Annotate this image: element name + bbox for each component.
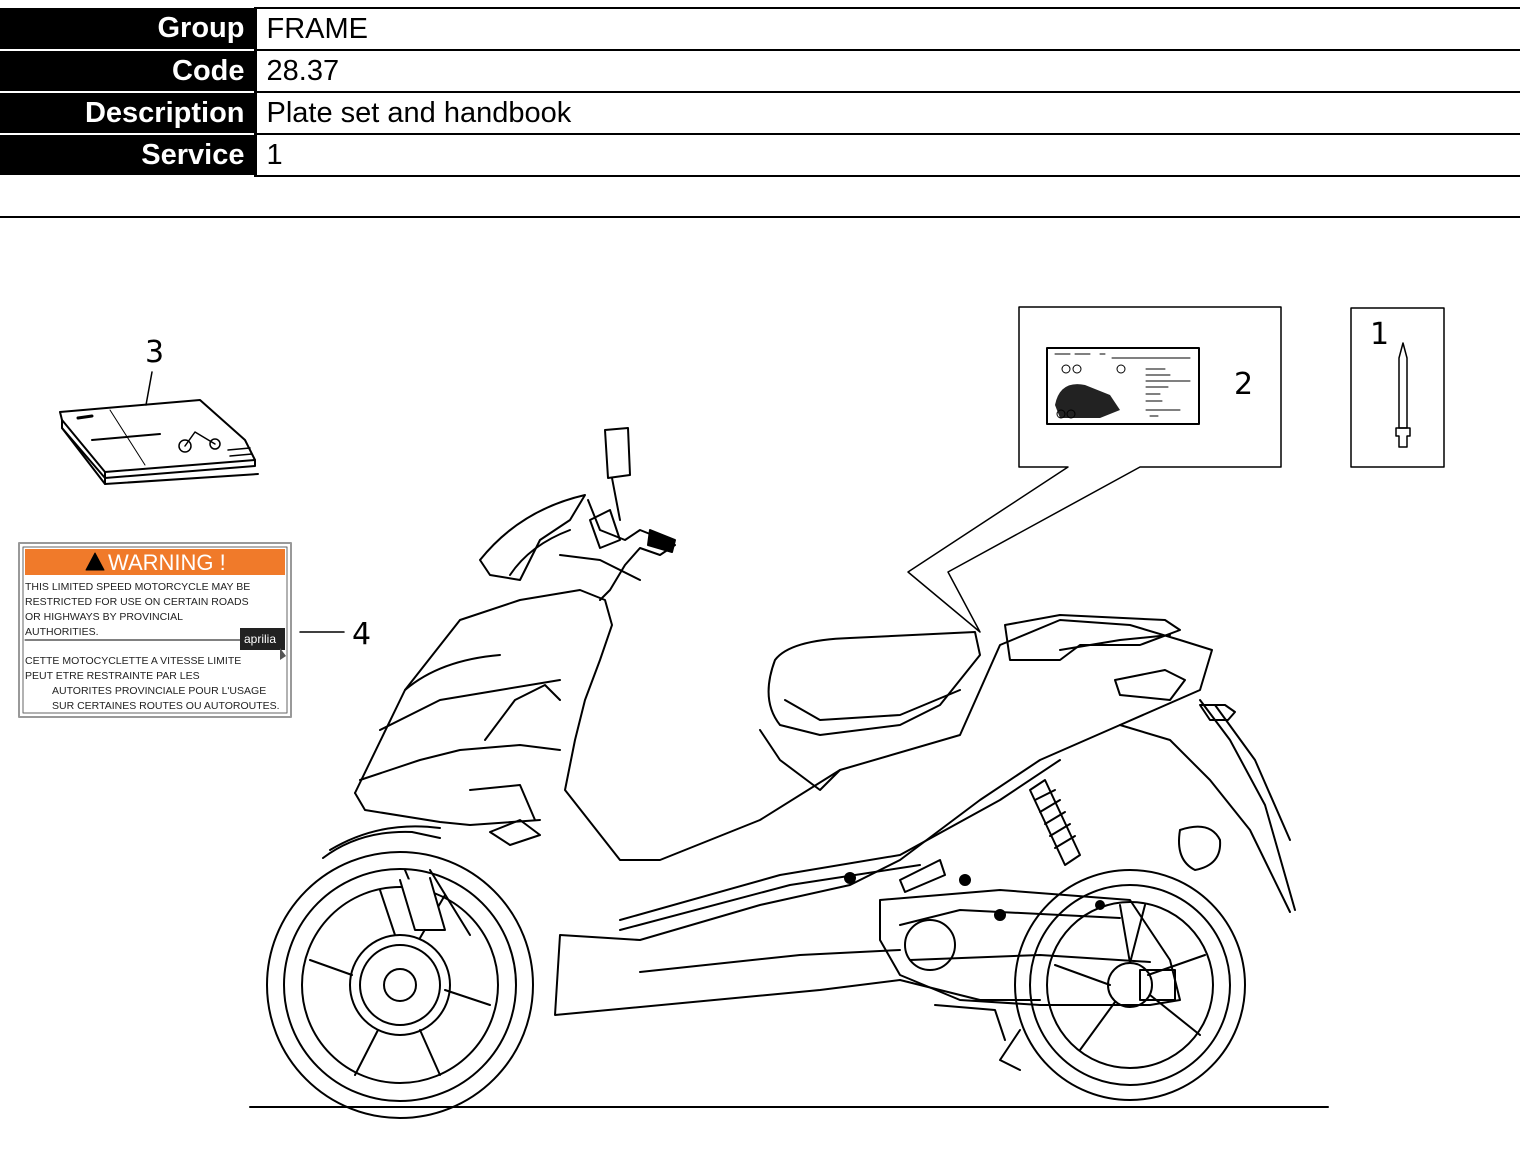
info-row-group: Group FRAME [0,7,1520,51]
info-row-description: Description Plate set and handbook [0,91,1520,135]
callout-1: 1 [1370,317,1389,352]
warning-en-line: OR HIGHWAYS BY PROVINCIAL [25,611,183,623]
warning-en-line: RESTRICTED FOR USE ON CERTAIN ROADS [25,596,249,608]
exploded-parts-drawing: 1 2 3 4 WARNING ! THIS LIMITED SPEED MOT… [18,306,1445,1119]
warning-fr-line: CETTE MOTOCYCLETTE A VITESSE LIMITE [25,655,241,667]
separator-line [0,216,1520,218]
info-label: Service [0,134,255,177]
info-label: Description [0,92,255,135]
callout-4: 4 [352,617,371,652]
handbook-icon [59,371,259,485]
rivet-box [1350,307,1445,468]
frame-plate-box [907,306,1282,633]
info-value: 1 [253,133,1520,177]
part-info-table: Group FRAME Code 28.37 Description Plate… [0,7,1520,177]
info-row-service: Service 1 [0,133,1520,177]
warning-fr-line: PEUT ETRE RESTRAINTE PAR LES [25,670,200,682]
info-value: 28.37 [253,49,1520,93]
info-value: Plate set and handbook [253,91,1520,135]
warning-en-line: AUTHORITIES. [25,626,99,638]
info-label: Code [0,50,255,93]
info-row-code: Code 28.37 [0,49,1520,93]
warning-fr-line: AUTORITES PROVINCIALE POUR L'USAGE [52,685,266,697]
warning-title: WARNING ! [108,550,226,575]
warning-fr-line: SUR CERTAINES ROUTES OU AUTOROUTES. [52,700,280,712]
info-value: FRAME [253,7,1520,51]
info-label: Group [0,8,255,51]
callout-3: 3 [145,335,164,370]
callout-2: 2 [1234,367,1253,402]
scooter-illustration [266,427,1296,1119]
warning-brand: aprilia [244,632,276,646]
warning-en-line: THIS LIMITED SPEED MOTORCYCLE MAY BE [25,581,250,593]
